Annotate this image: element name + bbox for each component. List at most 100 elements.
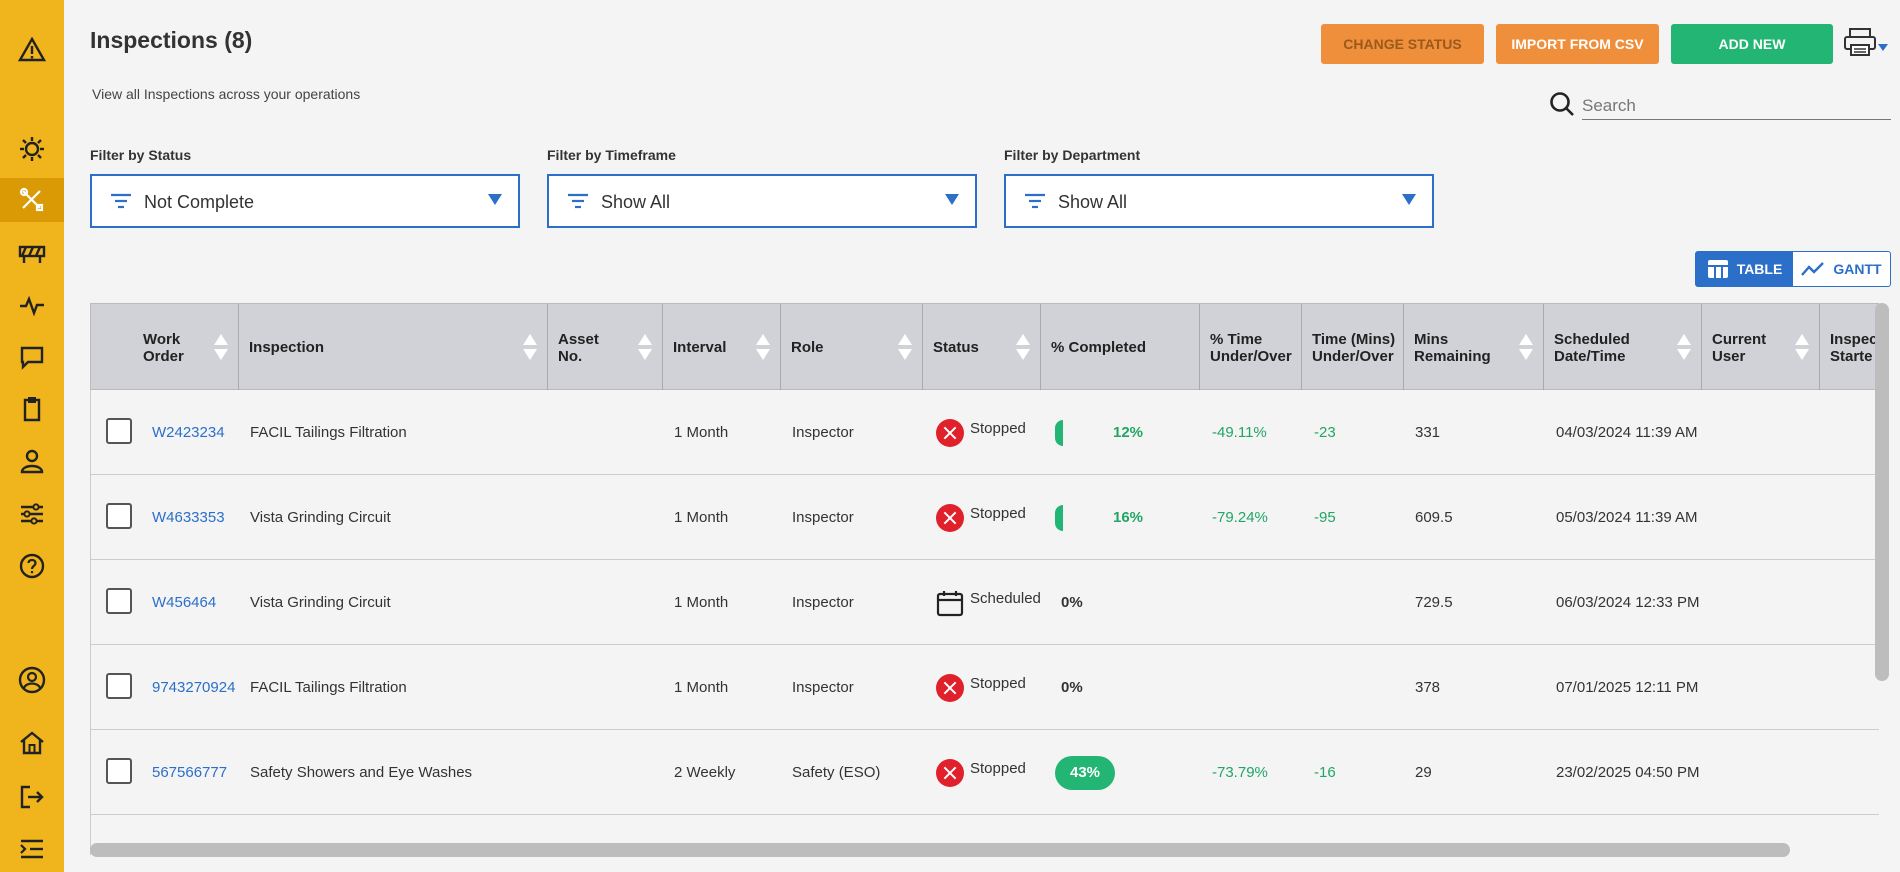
sliders-icon[interactable] <box>0 492 64 536</box>
inspection-name: FACIL Tailings Filtration <box>250 679 407 696</box>
inspection-name: Safety Showers and Eye Washes <box>250 764 473 781</box>
col-interval[interactable]: Interval <box>663 304 781 391</box>
chevron-down-icon <box>1878 44 1888 51</box>
alert-icon[interactable] <box>0 28 64 72</box>
tools-icon[interactable] <box>0 178 64 222</box>
settings-sun-icon[interactable] <box>0 127 64 171</box>
sidebar <box>0 0 64 872</box>
completed: 16% <box>1055 475 1143 560</box>
status: Stopped <box>936 645 1026 730</box>
interval: 1 Month <box>674 594 729 611</box>
table-row[interactable]: W456464 Vista Grinding Circuit 1 Month I… <box>90 560 1879 645</box>
filter-icon <box>1025 193 1045 209</box>
col-role[interactable]: Role <box>781 304 923 391</box>
work-order-link[interactable]: W2423234 <box>152 390 225 475</box>
sort-icon <box>214 334 228 362</box>
menu-collapse-icon[interactable] <box>0 827 64 871</box>
table-row[interactable]: 9743270924 FACIL Tailings Filtration 1 M… <box>90 645 1879 730</box>
printer-icon <box>1844 28 1876 56</box>
caret-down-icon <box>945 194 959 205</box>
change-status-button[interactable]: CHANGE STATUS <box>1321 24 1484 64</box>
time-mins: -23 <box>1314 424 1336 441</box>
progress-pill: 43% <box>1055 755 1115 790</box>
chat-icon[interactable] <box>0 335 64 379</box>
status: Scheduled <box>936 560 1041 645</box>
col-time-pct[interactable]: % Time Under/Over <box>1200 304 1302 391</box>
filter-department-label: Filter by Department <box>1004 147 1141 163</box>
role: Inspector <box>792 679 854 696</box>
row-checkbox[interactable] <box>106 588 132 614</box>
col-time-mins[interactable]: Time (Mins) Under/Over <box>1302 304 1404 391</box>
completed: 0% <box>1061 594 1083 611</box>
col-asset-no[interactable]: Asset No. <box>548 304 663 391</box>
logout-icon[interactable] <box>0 775 64 819</box>
stopped-icon <box>936 418 964 447</box>
row-checkbox[interactable] <box>106 758 132 784</box>
home-icon[interactable] <box>0 721 64 765</box>
gantt-view-label: GANTT <box>1833 261 1882 277</box>
user-icon[interactable] <box>0 439 64 483</box>
scheduled: 06/03/2024 12:33 PM <box>1556 594 1700 611</box>
page-subtitle: View all Inspections across your operati… <box>92 86 361 102</box>
mins-remaining: 378 <box>1415 679 1441 696</box>
col-work-order[interactable]: Work Order <box>91 304 239 391</box>
inspection-name: FACIL Tailings Filtration <box>250 424 407 441</box>
printer-menu[interactable] <box>1843 24 1893 60</box>
scheduled: 04/03/2024 11:39 AM <box>1556 424 1698 441</box>
barrier-icon[interactable] <box>0 231 64 275</box>
sort-icon <box>898 334 912 362</box>
import-csv-button[interactable]: IMPORT FROM CSV <box>1496 24 1659 64</box>
gantt-view-button[interactable]: GANTT <box>1793 252 1890 286</box>
help-icon[interactable] <box>0 544 64 588</box>
search-box[interactable]: Search <box>1548 88 1891 122</box>
col-status[interactable]: Status <box>923 304 1041 391</box>
search-input[interactable]: Search <box>1582 92 1891 120</box>
sort-icon <box>756 334 770 362</box>
row-checkbox[interactable] <box>106 418 132 444</box>
work-order-link[interactable]: 567566777 <box>152 730 227 815</box>
role: Inspector <box>792 594 854 611</box>
sort-icon <box>1016 334 1030 362</box>
table-row[interactable]: W4633353 Vista Grinding Circuit 1 Month … <box>90 475 1879 560</box>
sort-icon <box>523 334 537 362</box>
filter-status-value: Not Complete <box>144 192 255 212</box>
col-current-user[interactable]: Current User <box>1702 304 1820 391</box>
vertical-scrollbar[interactable] <box>1875 303 1889 681</box>
stopped-icon <box>936 758 964 787</box>
work-order-link[interactable]: 9743270924 <box>152 645 235 730</box>
role: Safety (ESO) <box>792 764 881 781</box>
col-scheduled[interactable]: Scheduled Date/Time <box>1544 304 1702 391</box>
row-checkbox[interactable] <box>106 503 132 529</box>
add-new-button[interactable]: ADD NEW <box>1671 24 1833 64</box>
sort-icon <box>1677 334 1691 362</box>
table-row[interactable]: W2423234 FACIL Tailings Filtration 1 Mon… <box>90 390 1879 475</box>
filter-timeframe-select[interactable]: Show All <box>547 174 977 228</box>
table-icon <box>1707 260 1728 278</box>
col-inspection-started[interactable]: Inspec Starte <box>1820 304 1879 391</box>
clipboard-icon[interactable] <box>0 387 64 431</box>
table-row[interactable]: 567566777 Safety Showers and Eye Washes … <box>90 730 1879 815</box>
filter-status-select[interactable]: Not Complete <box>90 174 520 228</box>
mins-remaining: 331 <box>1415 424 1441 441</box>
col-mins-remaining[interactable]: Mins Remaining <box>1404 304 1544 391</box>
time-pct: -79.24% <box>1212 509 1268 526</box>
calendar-icon <box>936 590 964 616</box>
table-view-button[interactable]: TABLE <box>1696 252 1793 286</box>
sort-icon <box>1519 334 1533 362</box>
filter-status-label: Filter by Status <box>90 147 192 163</box>
account-icon[interactable] <box>0 658 64 702</box>
stopped-icon <box>936 503 964 532</box>
col-inspection[interactable]: Inspection <box>239 304 548 391</box>
sort-icon <box>638 334 652 362</box>
inspection-name: Vista Grinding Circuit <box>250 509 391 526</box>
horizontal-scrollbar[interactable] <box>90 843 1790 857</box>
trend-line-icon <box>1801 262 1825 276</box>
filter-department-select[interactable]: Show All <box>1004 174 1434 228</box>
col-completed[interactable]: % Completed <box>1041 304 1200 391</box>
completed: 43% <box>1055 730 1115 815</box>
progress-bar <box>1055 504 1063 531</box>
work-order-link[interactable]: W456464 <box>152 560 216 645</box>
row-checkbox[interactable] <box>106 673 132 699</box>
work-order-link[interactable]: W4633353 <box>152 475 225 560</box>
pulse-icon[interactable] <box>0 283 64 327</box>
